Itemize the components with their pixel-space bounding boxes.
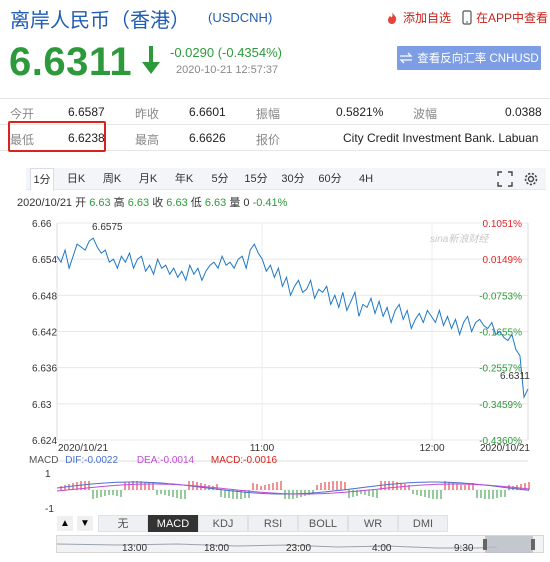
indicator-boll[interactable]: BOLL xyxy=(298,515,348,532)
tab-60min[interactable]: 60分 xyxy=(316,168,344,190)
tab-monthly[interactable]: 月K xyxy=(136,168,160,190)
pct-tick-label: 0.0149% xyxy=(483,255,523,266)
scroller-ticks: 13:00 18:00 23:00 4:00 9:30 xyxy=(56,543,544,557)
price-change: -0.0290 (-0.4354%) xyxy=(170,45,283,60)
reverse-rate-label: 查看反向汇率 CNHUSD xyxy=(417,53,539,65)
indicator-dmi[interactable]: DMI xyxy=(398,515,448,532)
x-tick-label: 12:00 xyxy=(419,443,444,454)
tab-4h[interactable]: 4H xyxy=(354,168,378,190)
quote-source-value: City Credit Investment Bank. Labuan xyxy=(343,131,539,145)
y-tick-label: 6.624 xyxy=(32,436,57,447)
tab-daily[interactable]: 日K xyxy=(64,168,88,190)
scroller-tick: 23:00 xyxy=(286,543,312,554)
pct-tick-label: -0.0753% xyxy=(479,291,522,302)
open-label: 今开 xyxy=(10,107,35,121)
high-value: 6.6626 xyxy=(189,131,226,145)
macd-title: MACD xyxy=(29,455,59,466)
scroller-tick: 13:00 xyxy=(122,543,148,554)
indicator-none[interactable]: 无 xyxy=(98,515,148,532)
macd-value-label: MACD: xyxy=(210,455,244,466)
pct-tick-label: 0.1051% xyxy=(483,219,523,230)
macd-y-tick: 1 xyxy=(45,469,51,480)
tab-5min[interactable]: 5分 xyxy=(208,168,232,190)
swap-icon xyxy=(399,52,413,64)
amplitude-label: 振幅 xyxy=(256,107,281,121)
y-axis-labels: 6.66 6.654 6.648 6.642 6.636 6.63 6.624 xyxy=(32,219,57,447)
x-axis-labels: 2020/10/21 11:00 12:00 2020/10/21 xyxy=(58,443,530,454)
macd-y-tick: -1 xyxy=(45,504,54,515)
price-line xyxy=(56,237,529,400)
tab-weekly[interactable]: 周K xyxy=(100,168,124,190)
period-tabs: 1分 日K 周K 月K 年K 5分 15分 30分 60分 4H xyxy=(26,168,546,191)
macd-legend: MACD DIF:-0.0022 DEA:-0.0014 MACD:-0.001… xyxy=(29,455,277,466)
header: 离岸人民币（香港） (USDCNH) 添加自选 在APP中查看 xyxy=(10,4,548,32)
y-tick-label: 6.66 xyxy=(32,219,52,230)
view-in-app-label: 在APP中查看 xyxy=(476,11,549,25)
dea-label: DEA: xyxy=(136,455,161,466)
indicator-kdj[interactable]: KDJ xyxy=(198,515,248,532)
y-tick-label: 6.636 xyxy=(32,364,57,375)
wave-value: 0.0388 xyxy=(505,105,542,119)
watermark: sina新浪财经 xyxy=(430,233,489,245)
x-tick-label: 11:00 xyxy=(250,443,275,454)
max-price-label: 6.6575 xyxy=(92,222,123,233)
add-watchlist-label: 添加自选 xyxy=(403,11,452,25)
high-label: 最高 xyxy=(135,133,160,147)
tab-yearly[interactable]: 年K xyxy=(172,168,196,190)
quote-source-label: 报价 xyxy=(256,133,281,147)
add-watchlist-button[interactable]: 添加自选 xyxy=(385,9,451,26)
current-price: 6.6311 xyxy=(9,40,133,84)
settings-icon[interactable] xyxy=(523,171,539,187)
low-highlight-box xyxy=(8,121,106,152)
indicator-rsi[interactable]: RSI xyxy=(248,515,298,532)
indicator-macd[interactable]: MACD xyxy=(148,515,198,532)
macd-value: -0.0016 xyxy=(243,455,278,466)
macd-panel: 1 -1 xyxy=(45,460,530,515)
indicator-tabs: 无 MACD KDJ RSI BOLL WR DMI xyxy=(54,515,544,532)
y-tick-label: 6.648 xyxy=(32,291,57,302)
tab-15min[interactable]: 15分 xyxy=(242,168,270,190)
ticker-symbol: (USDCNH) xyxy=(208,10,273,25)
scroller-tick: 18:00 xyxy=(204,543,230,554)
indicator-wr[interactable]: WR xyxy=(348,515,398,532)
wave-label: 波幅 xyxy=(413,107,438,121)
amplitude-value: 0.5821% xyxy=(336,105,384,119)
y-tick-label: 6.63 xyxy=(32,400,52,411)
tab-30min[interactable]: 30分 xyxy=(279,168,307,190)
page-title: 离岸人民币（香港） xyxy=(10,10,190,32)
dif-value: -0.0022 xyxy=(84,455,119,466)
tab-1min[interactable]: 1分 xyxy=(30,168,54,191)
quote-time: 2020-10-21 12:57:37 xyxy=(176,64,279,76)
x-tick-label: 2020/10/21 xyxy=(58,443,108,454)
x-tick-label: 2020/10/21 xyxy=(480,443,530,454)
fire-icon xyxy=(388,11,397,24)
prev-close-label: 昨收 xyxy=(135,107,160,121)
open-value: 6.6587 xyxy=(68,105,105,119)
chart-grid xyxy=(56,222,529,441)
price-chart[interactable]: 6.66 6.654 6.648 6.642 6.636 6.63 6.624 0.1051… xyxy=(0,208,550,518)
y-tick-label: 6.654 xyxy=(32,255,57,266)
pct-tick-label: -0.3459% xyxy=(479,400,522,411)
y-tick-label: 6.642 xyxy=(32,328,57,339)
arrow-down-icon xyxy=(142,46,160,74)
scroller-tick: 9:30 xyxy=(454,543,474,554)
reverse-rate-button[interactable]: 查看反向汇率 CNHUSD xyxy=(397,46,541,70)
phone-icon xyxy=(462,10,472,25)
prev-close-value: 6.6601 xyxy=(189,105,226,119)
scroller-tick: 4:00 xyxy=(372,543,392,554)
view-in-app-link[interactable]: 在APP中查看 xyxy=(462,9,548,26)
fullscreen-icon[interactable] xyxy=(497,171,513,187)
dea-value: -0.0014 xyxy=(160,455,195,466)
dif-label: DIF: xyxy=(65,455,85,466)
last-price-label: 6.6311 xyxy=(500,371,530,382)
